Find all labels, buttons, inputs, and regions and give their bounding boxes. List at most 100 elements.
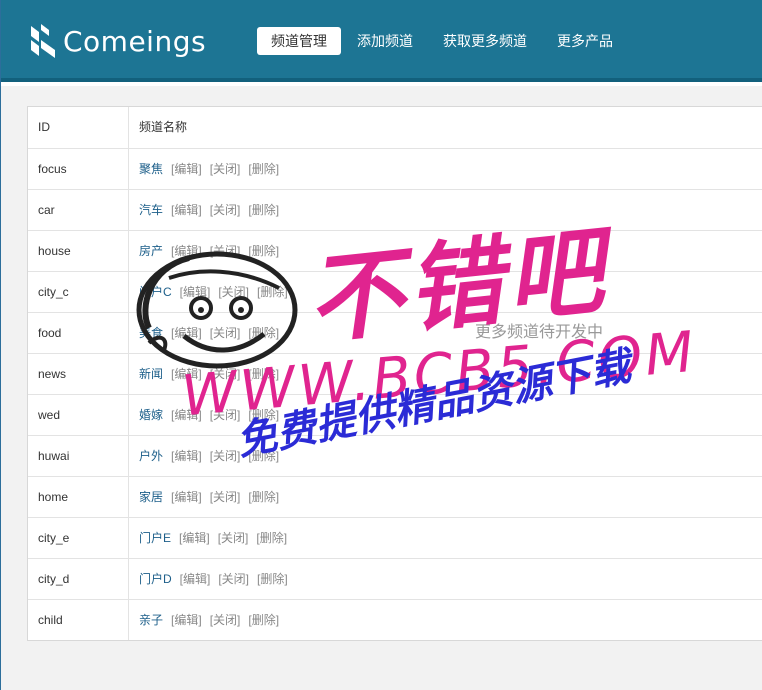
channel-name-link[interactable]: 婚嫁 xyxy=(139,408,163,422)
delete-button[interactable]: [删除] xyxy=(248,490,279,504)
edit-button[interactable]: [编辑] xyxy=(171,244,202,258)
channel-name-link[interactable]: 美食 xyxy=(139,326,163,340)
channel-id: food xyxy=(28,313,129,353)
close-button[interactable]: [关闭] xyxy=(210,490,241,504)
channel-id: house xyxy=(28,231,129,271)
channel-name-cell: 亲子 [编辑] [关闭] [删除] xyxy=(129,600,762,640)
channel-name-link[interactable]: 门户C xyxy=(139,285,172,299)
edit-button[interactable]: [编辑] xyxy=(171,367,202,381)
delete-button[interactable]: [删除] xyxy=(256,531,287,545)
close-button[interactable]: [关闭] xyxy=(218,531,249,545)
edit-button[interactable]: [编辑] xyxy=(171,449,202,463)
table-row: wed 婚嫁 [编辑] [关闭] [删除] xyxy=(28,395,762,436)
channel-name-cell: 户外 [编辑] [关闭] [删除] xyxy=(129,436,762,476)
channel-name-cell: 门户D [编辑] [关闭] [删除] xyxy=(129,559,762,599)
channel-name-link[interactable]: 门户E xyxy=(139,531,171,545)
channel-name-cell: 新闻 [编辑] [关闭] [删除] xyxy=(129,354,762,394)
delete-button[interactable]: [删除] xyxy=(248,203,279,217)
table-row: city_d 门户D [编辑] [关闭] [删除] xyxy=(28,559,762,600)
close-button[interactable]: [关闭] xyxy=(210,162,241,176)
channel-name-link[interactable]: 家居 xyxy=(139,490,163,504)
delete-button[interactable]: [删除] xyxy=(257,572,288,586)
edit-button[interactable]: [编辑] xyxy=(171,613,202,627)
edit-button[interactable]: [编辑] xyxy=(180,285,211,299)
channel-name-cell: 汽车 [编辑] [关闭] [删除] xyxy=(129,190,762,230)
logo-text: Comeings xyxy=(63,24,207,58)
channel-name-cell: 聚焦 [编辑] [关闭] [删除] xyxy=(129,149,762,189)
table-row: car 汽车 [编辑] [关闭] [删除] xyxy=(28,190,762,231)
delete-button[interactable]: [删除] xyxy=(248,162,279,176)
close-button[interactable]: [关闭] xyxy=(218,285,249,299)
edit-button[interactable]: [编辑] xyxy=(171,408,202,422)
channel-id: news xyxy=(28,354,129,394)
channel-id: home xyxy=(28,477,129,517)
table-row: food 美食 [编辑] [关闭] [删除] xyxy=(28,313,762,354)
delete-button[interactable]: [删除] xyxy=(248,244,279,258)
delete-button[interactable]: [删除] xyxy=(248,449,279,463)
close-button[interactable]: [关闭] xyxy=(210,449,241,463)
close-button[interactable]: [关闭] xyxy=(210,326,241,340)
delete-button[interactable]: [删除] xyxy=(248,326,279,340)
delete-button[interactable]: [删除] xyxy=(248,367,279,381)
edit-button[interactable]: [编辑] xyxy=(180,572,211,586)
app-frame: Comeings 频道管理 添加频道 获取更多频道 更多产品 ID 频道名称 focu… xyxy=(0,0,762,690)
table-row: home 家居 [编辑] [关闭] [删除] xyxy=(28,477,762,518)
channel-id: wed xyxy=(28,395,129,435)
column-header-id: ID xyxy=(28,107,129,148)
channel-name-cell: 门户E [编辑] [关闭] [删除] xyxy=(129,518,762,558)
close-button[interactable]: [关闭] xyxy=(210,203,241,217)
nav-item-2[interactable]: 添加频道 xyxy=(343,27,427,55)
close-button[interactable]: [关闭] xyxy=(210,408,241,422)
edit-button[interactable]: [编辑] xyxy=(171,326,202,340)
delete-button[interactable]: [删除] xyxy=(248,613,279,627)
table-row: house 房产 [编辑] [关闭] [删除] xyxy=(28,231,762,272)
nav-item-1[interactable]: 频道管理 xyxy=(257,27,341,55)
channel-name-link[interactable]: 汽车 xyxy=(139,203,163,217)
main-content: ID 频道名称 focus 聚焦 [编辑] [关闭] [删除] car 汽车 [编辑] [关闭]… xyxy=(1,86,762,690)
channel-name-cell: 门户C [编辑] [关闭] [删除] xyxy=(129,272,762,312)
channel-name-cell: 婚嫁 [编辑] [关闭] [删除] xyxy=(129,395,762,435)
logo-mark-icon xyxy=(29,22,59,60)
column-header-name: 频道名称 xyxy=(139,120,188,134)
channel-table: ID 频道名称 focus 聚焦 [编辑] [关闭] [删除] car 汽车 [编辑] [关闭]… xyxy=(27,106,762,641)
channel-id: city_d xyxy=(28,559,129,599)
close-button[interactable]: [关闭] xyxy=(210,244,241,258)
channel-name-link[interactable]: 新闻 xyxy=(139,367,163,381)
channel-name-cell: 家居 [编辑] [关闭] [删除] xyxy=(129,477,762,517)
table-row: city_c 门户C [编辑] [关闭] [删除] xyxy=(28,272,762,313)
channel-name-link[interactable]: 聚焦 xyxy=(139,162,163,176)
edit-button[interactable]: [编辑] xyxy=(171,203,202,217)
channel-name-link[interactable]: 房产 xyxy=(139,244,163,258)
close-button[interactable]: [关闭] xyxy=(210,367,241,381)
table-row: huwai 户外 [编辑] [关闭] [删除] xyxy=(28,436,762,477)
top-header: Comeings 频道管理 添加频道 获取更多频道 更多产品 xyxy=(1,0,762,82)
table-row: child 亲子 [编辑] [关闭] [删除] xyxy=(28,600,762,640)
table-row: news 新闻 [编辑] [关闭] [删除] xyxy=(28,354,762,395)
channel-id: huwai xyxy=(28,436,129,476)
pending-notice: 更多频道待开发中 xyxy=(475,324,604,341)
channel-id: car xyxy=(28,190,129,230)
edit-button[interactable]: [编辑] xyxy=(179,531,210,545)
delete-button[interactable]: [删除] xyxy=(248,408,279,422)
edit-button[interactable]: [编辑] xyxy=(171,162,202,176)
channel-name-link[interactable]: 亲子 xyxy=(139,613,163,627)
close-button[interactable]: [关闭] xyxy=(218,572,249,586)
channel-id: child xyxy=(28,600,129,640)
close-button[interactable]: [关闭] xyxy=(210,613,241,627)
table-header-row: ID 频道名称 xyxy=(28,107,762,149)
table-row: city_e 门户E [编辑] [关闭] [删除] xyxy=(28,518,762,559)
delete-button[interactable]: [删除] xyxy=(257,285,288,299)
main-nav: 频道管理 添加频道 获取更多频道 更多产品 xyxy=(257,27,629,55)
channel-name-link[interactable]: 门户D xyxy=(139,572,172,586)
nav-item-3[interactable]: 获取更多频道 xyxy=(429,27,541,55)
channel-name-cell: 房产 [编辑] [关闭] [删除] xyxy=(129,231,762,271)
channel-id: city_c xyxy=(28,272,129,312)
logo[interactable]: Comeings xyxy=(29,20,206,62)
channel-name-link[interactable]: 户外 xyxy=(139,449,163,463)
nav-item-4[interactable]: 更多产品 xyxy=(543,27,627,55)
edit-button[interactable]: [编辑] xyxy=(171,490,202,504)
channel-id: focus xyxy=(28,149,129,189)
channel-name-cell: 美食 [编辑] [关闭] [删除] xyxy=(129,313,762,353)
channel-id: city_e xyxy=(28,518,129,558)
table-row: focus 聚焦 [编辑] [关闭] [删除] xyxy=(28,149,762,190)
